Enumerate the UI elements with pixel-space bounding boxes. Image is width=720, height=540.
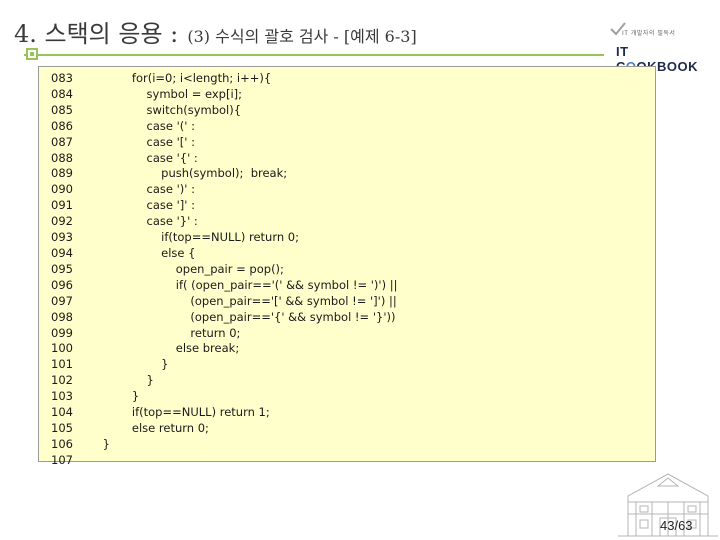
title-underline — [24, 54, 604, 56]
line-number: 096 — [51, 277, 73, 292]
code-text: } — [99, 436, 110, 451]
code-line: 101 } — [51, 357, 397, 373]
code-text: case '{' : — [99, 150, 198, 165]
line-number: 091 — [51, 198, 73, 213]
it-cookbook-logo: IT 개발자의 필독서 IT COOKBOOK — [610, 22, 708, 74]
code-line: 103 } — [51, 389, 397, 405]
line-number: 100 — [51, 341, 73, 356]
line-number: 092 — [51, 214, 73, 229]
logo-tagline: IT 개발자의 필독서 — [622, 30, 676, 37]
line-number: 101 — [51, 357, 73, 372]
line-number: 086 — [51, 118, 73, 133]
code-line: 097 (open_pair=='[' && symbol != ']') || — [51, 294, 397, 310]
line-number: 087 — [51, 134, 73, 149]
code-line: 087 case '[' : — [51, 135, 397, 151]
code-text: } — [99, 389, 140, 404]
line-number: 095 — [51, 261, 73, 276]
code-text: case ']' : — [99, 198, 195, 213]
code-line: 088 case '{' : — [51, 151, 397, 167]
slide-title-main: 4. 스택의 응용 : — [14, 20, 179, 48]
code-text: else break; — [99, 341, 240, 356]
line-number: 083 — [51, 71, 73, 85]
line-number: 107 — [51, 452, 73, 467]
code-text: (open_pair=='{' && symbol != '}')) — [99, 309, 396, 324]
code-text: return 0; — [99, 325, 241, 340]
code-text: else { — [99, 245, 196, 260]
code-text: if(top==NULL) return 1; — [99, 405, 270, 420]
line-number: 098 — [51, 309, 73, 324]
code-text: else return 0; — [99, 420, 209, 435]
code-text: if( (open_pair=='(' && symbol != ')') || — [99, 277, 398, 292]
code-text: (open_pair=='[' && symbol != ']') || — [99, 293, 397, 308]
code-line: 107 — [51, 453, 397, 469]
code-line: 096 if( (open_pair=='(' && symbol != ')'… — [51, 278, 397, 294]
line-number: 102 — [51, 373, 73, 388]
code-line: 089 push(symbol); break; — [51, 166, 397, 182]
code-text: } — [99, 373, 154, 388]
line-number: 106 — [51, 436, 73, 451]
line-number: 093 — [51, 230, 73, 245]
slide-title-sub: (3) 수식의 괄호 검사 - [예제 6-3] — [187, 27, 417, 46]
code-line: 090 case ')' : — [51, 182, 397, 198]
code-line: 086 case '(' : — [51, 119, 397, 135]
code-text: push(symbol); break; — [99, 166, 288, 181]
code-text: for(i=0; i<length; i++){ — [99, 71, 272, 85]
code-listing-box: 083 for(i=0; i<length; i++){084 symbol =… — [38, 66, 656, 467]
line-number: 085 — [51, 102, 73, 117]
code-line: 093 if(top==NULL) return 0; — [51, 230, 397, 246]
code-line: 085 switch(symbol){ — [51, 103, 397, 119]
code-text: case '(' : — [99, 118, 195, 133]
code-line: 102 } — [51, 373, 397, 389]
line-number: 090 — [51, 182, 73, 197]
line-number: 097 — [51, 293, 73, 308]
code-lines: 083 for(i=0; i<length; i++){084 symbol =… — [51, 71, 397, 469]
code-text: symbol = exp[i]; — [99, 86, 243, 101]
code-text: switch(symbol){ — [99, 102, 242, 117]
line-number: 105 — [51, 420, 73, 435]
code-line: 098 (open_pair=='{' && symbol != '}')) — [51, 310, 397, 326]
code-line: 106 } — [51, 437, 397, 453]
line-number: 099 — [51, 325, 73, 340]
code-text: if(top==NULL) return 0; — [99, 230, 299, 245]
page-number: 43/63 — [660, 518, 693, 533]
line-number: 084 — [51, 86, 73, 101]
line-number: 103 — [51, 389, 73, 404]
line-number: 088 — [51, 150, 73, 165]
code-line: 094 else { — [51, 246, 397, 262]
code-line: 084 symbol = exp[i]; — [51, 87, 397, 103]
code-line: 099 return 0; — [51, 326, 397, 342]
square-bullet-icon — [26, 48, 38, 60]
line-number: 104 — [51, 405, 73, 420]
slide-title: 4. 스택의 응용 : (3) 수식의 괄호 검사 - [예제 6-3] — [14, 14, 417, 49]
code-line: 091 case ']' : — [51, 198, 397, 214]
code-line: 104 if(top==NULL) return 1; — [51, 405, 397, 421]
code-line: 105 else return 0; — [51, 421, 397, 437]
code-line: 100 else break; — [51, 341, 397, 357]
line-number: 094 — [51, 245, 73, 260]
code-text: open_pair = pop(); — [99, 261, 284, 276]
code-text: } — [99, 357, 169, 372]
code-text: case '[' : — [99, 134, 195, 149]
code-line: 092 case '}' : — [51, 214, 397, 230]
code-line: 095 open_pair = pop(); — [51, 262, 397, 278]
code-line: 083 for(i=0; i<length; i++){ — [51, 71, 397, 87]
line-number: 089 — [51, 166, 73, 181]
code-text: case '}' : — [99, 214, 198, 229]
code-text: case ')' : — [99, 182, 195, 197]
